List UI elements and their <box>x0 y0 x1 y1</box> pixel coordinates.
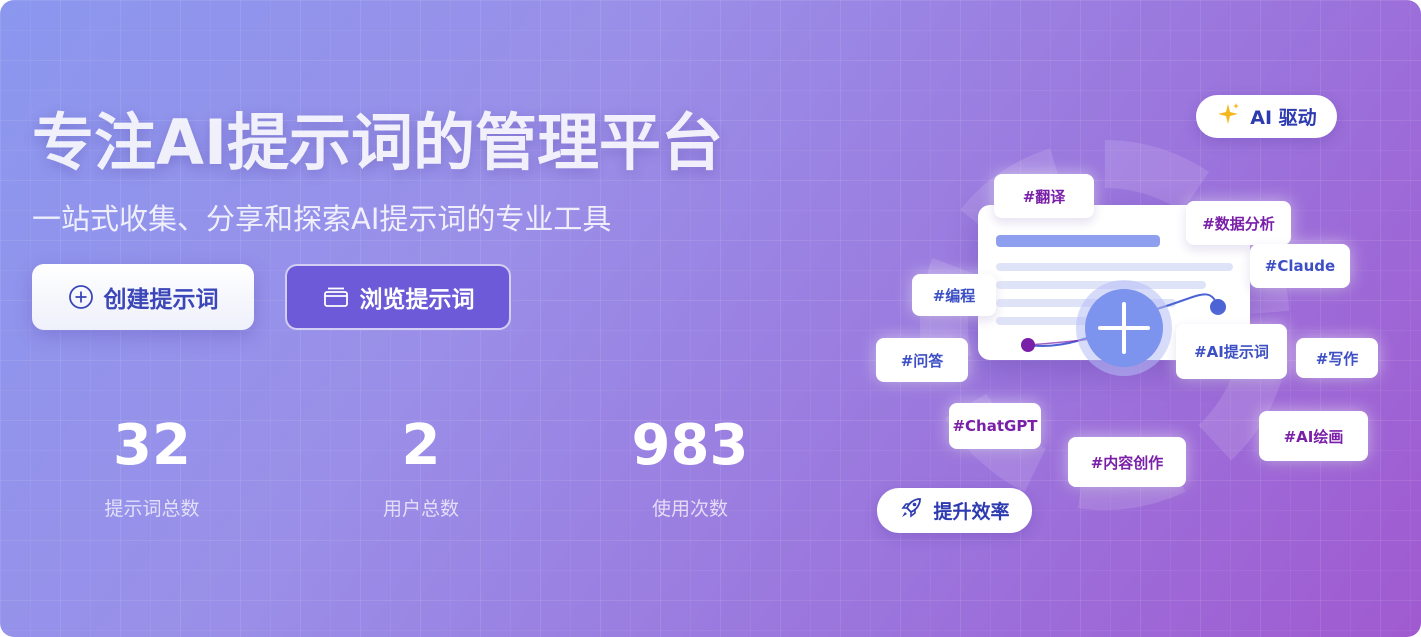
hero-illustration: #翻译 #数据分析 #Claude #编程 #问答 #AI提示词 #写作 #Ch… <box>860 90 1400 550</box>
rocket-icon <box>899 496 923 525</box>
tag-coding: #编程 <box>912 274 996 316</box>
tag-ai-painting: #AI绘画 <box>1259 411 1368 461</box>
tag-ai-prompt: #AI提示词 <box>1176 324 1287 379</box>
tag-claude: #Claude <box>1250 244 1350 288</box>
ai-driven-label: AI 驱动 <box>1250 107 1317 129</box>
stat-user-count: 2 用户总数 <box>331 410 511 521</box>
tag-writing: #写作 <box>1296 338 1378 378</box>
efficiency-badge: 提升效率 <box>877 488 1032 533</box>
tag-translate: #翻译 <box>994 174 1094 218</box>
page-title: 专注AI提示词的管理平台 <box>32 106 724 179</box>
folder-icon <box>322 285 350 309</box>
stat-value: 2 <box>401 413 441 478</box>
stat-usage-count: 983 使用次数 <box>600 410 780 521</box>
card-line <box>996 263 1233 271</box>
stat-value: 983 <box>631 413 749 478</box>
card-title-bar <box>996 235 1160 247</box>
create-prompt-label: 创建提示词 <box>103 287 219 313</box>
plus-circle-icon <box>68 284 94 310</box>
sparkle-icon <box>1216 102 1240 131</box>
tag-qa: #问答 <box>876 338 968 382</box>
tag-chatgpt: #ChatGPT <box>949 403 1041 449</box>
hero-banner: 专注AI提示词的管理平台 一站式收集、分享和探索AI提示词的专业工具 创建提示词… <box>0 0 1421 637</box>
browse-prompt-label: 浏览提示词 <box>359 287 475 313</box>
stat-label: 用户总数 <box>382 498 459 520</box>
tag-data-analysis: #数据分析 <box>1186 201 1291 245</box>
plus-icon <box>1076 280 1172 376</box>
efficiency-label: 提升效率 <box>933 501 1010 523</box>
stat-label: 提示词总数 <box>104 498 200 520</box>
ai-driven-badge: AI 驱动 <box>1196 95 1337 138</box>
page-subtitle: 一站式收集、分享和探索AI提示词的专业工具 <box>32 202 612 236</box>
stat-value: 32 <box>113 413 191 478</box>
create-prompt-button[interactable]: 创建提示词 <box>32 264 254 330</box>
stat-prompt-count: 32 提示词总数 <box>62 410 242 521</box>
stat-label: 使用次数 <box>651 498 728 520</box>
browse-prompt-button[interactable]: 浏览提示词 <box>285 264 511 330</box>
tag-content-creation: #内容创作 <box>1068 437 1186 487</box>
